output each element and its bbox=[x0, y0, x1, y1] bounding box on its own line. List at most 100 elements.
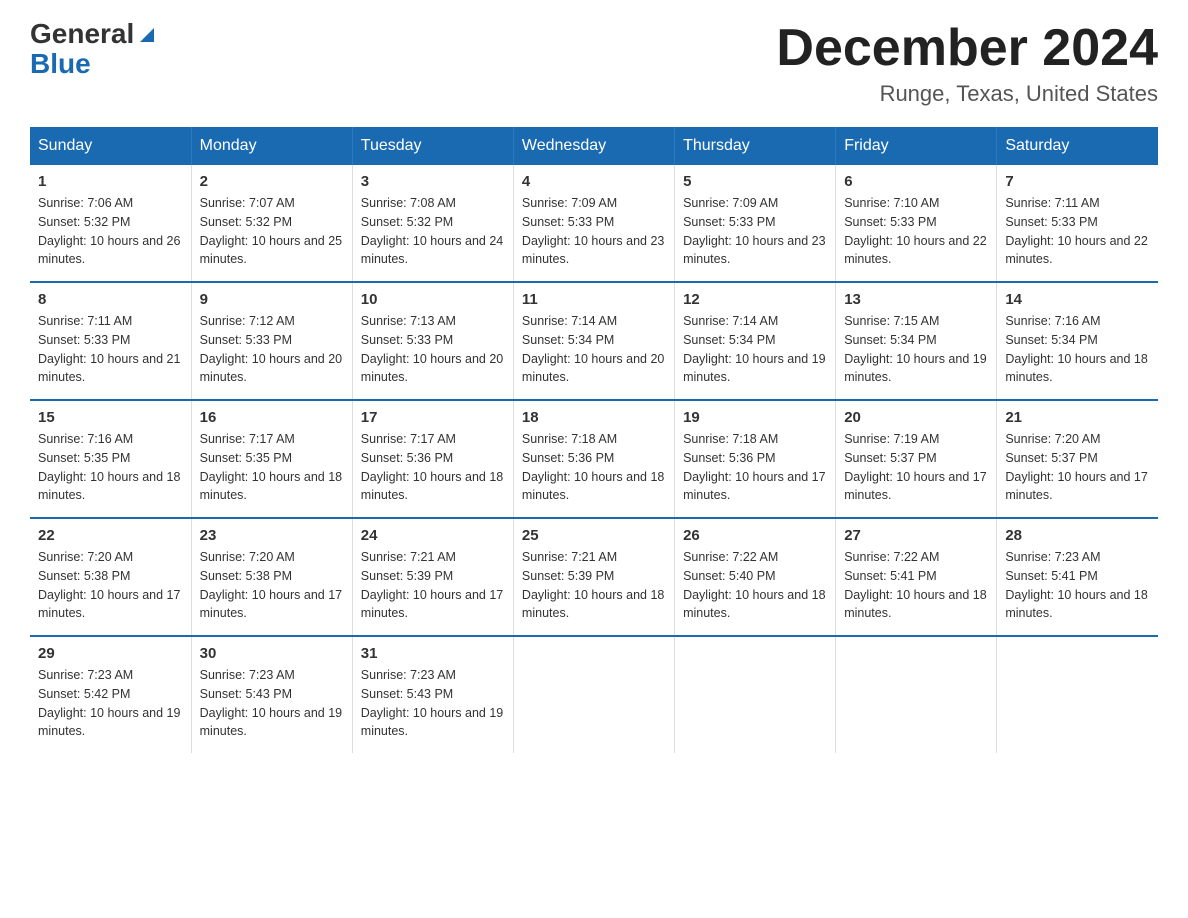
day-cell: 6 Sunrise: 7:10 AM Sunset: 5:33 PM Dayli… bbox=[836, 165, 997, 282]
day-cell: 31 Sunrise: 7:23 AM Sunset: 5:43 PM Dayl… bbox=[352, 636, 513, 753]
day-info: Sunrise: 7:13 AM Sunset: 5:33 PM Dayligh… bbox=[361, 312, 505, 387]
day-number: 14 bbox=[1005, 291, 1150, 308]
day-number: 27 bbox=[844, 527, 988, 544]
day-cell: 26 Sunrise: 7:22 AM Sunset: 5:40 PM Dayl… bbox=[675, 518, 836, 636]
day-cell: 5 Sunrise: 7:09 AM Sunset: 5:33 PM Dayli… bbox=[675, 165, 836, 282]
week-row-1: 1 Sunrise: 7:06 AM Sunset: 5:32 PM Dayli… bbox=[30, 165, 1158, 282]
week-row-3: 15 Sunrise: 7:16 AM Sunset: 5:35 PM Dayl… bbox=[30, 400, 1158, 518]
day-number: 3 bbox=[361, 173, 505, 190]
location: Runge, Texas, United States bbox=[776, 81, 1158, 107]
header-monday: Monday bbox=[191, 127, 352, 165]
calendar-table: Sunday Monday Tuesday Wednesday Thursday… bbox=[30, 127, 1158, 753]
day-info: Sunrise: 7:20 AM Sunset: 5:38 PM Dayligh… bbox=[200, 548, 344, 623]
day-number: 31 bbox=[361, 645, 505, 662]
day-cell: 9 Sunrise: 7:12 AM Sunset: 5:33 PM Dayli… bbox=[191, 282, 352, 400]
day-number: 22 bbox=[38, 527, 183, 544]
day-number: 24 bbox=[361, 527, 505, 544]
day-number: 25 bbox=[522, 527, 666, 544]
day-cell: 16 Sunrise: 7:17 AM Sunset: 5:35 PM Dayl… bbox=[191, 400, 352, 518]
day-cell: 8 Sunrise: 7:11 AM Sunset: 5:33 PM Dayli… bbox=[30, 282, 191, 400]
day-cell: 4 Sunrise: 7:09 AM Sunset: 5:33 PM Dayli… bbox=[513, 165, 674, 282]
day-number: 13 bbox=[844, 291, 988, 308]
day-cell: 23 Sunrise: 7:20 AM Sunset: 5:38 PM Dayl… bbox=[191, 518, 352, 636]
day-cell: 21 Sunrise: 7:20 AM Sunset: 5:37 PM Dayl… bbox=[997, 400, 1158, 518]
calendar-header: Sunday Monday Tuesday Wednesday Thursday… bbox=[30, 127, 1158, 165]
day-info: Sunrise: 7:07 AM Sunset: 5:32 PM Dayligh… bbox=[200, 194, 344, 269]
day-info: Sunrise: 7:17 AM Sunset: 5:36 PM Dayligh… bbox=[361, 430, 505, 505]
month-title: December 2024 bbox=[776, 20, 1158, 77]
day-number: 16 bbox=[200, 409, 344, 426]
day-info: Sunrise: 7:12 AM Sunset: 5:33 PM Dayligh… bbox=[200, 312, 344, 387]
day-number: 23 bbox=[200, 527, 344, 544]
day-cell: 30 Sunrise: 7:23 AM Sunset: 5:43 PM Dayl… bbox=[191, 636, 352, 753]
day-info: Sunrise: 7:22 AM Sunset: 5:40 PM Dayligh… bbox=[683, 548, 827, 623]
day-info: Sunrise: 7:11 AM Sunset: 5:33 PM Dayligh… bbox=[1005, 194, 1150, 269]
day-cell: 18 Sunrise: 7:18 AM Sunset: 5:36 PM Dayl… bbox=[513, 400, 674, 518]
day-cell: 19 Sunrise: 7:18 AM Sunset: 5:36 PM Dayl… bbox=[675, 400, 836, 518]
day-info: Sunrise: 7:18 AM Sunset: 5:36 PM Dayligh… bbox=[683, 430, 827, 505]
day-cell: 22 Sunrise: 7:20 AM Sunset: 5:38 PM Dayl… bbox=[30, 518, 191, 636]
day-cell bbox=[513, 636, 674, 753]
day-number: 29 bbox=[38, 645, 183, 662]
title-section: December 2024 Runge, Texas, United State… bbox=[776, 20, 1158, 107]
day-info: Sunrise: 7:20 AM Sunset: 5:37 PM Dayligh… bbox=[1005, 430, 1150, 505]
day-info: Sunrise: 7:17 AM Sunset: 5:35 PM Dayligh… bbox=[200, 430, 344, 505]
page-header: General Blue December 2024 Runge, Texas,… bbox=[30, 20, 1158, 107]
day-cell: 1 Sunrise: 7:06 AM Sunset: 5:32 PM Dayli… bbox=[30, 165, 191, 282]
day-number: 10 bbox=[361, 291, 505, 308]
day-cell bbox=[836, 636, 997, 753]
day-info: Sunrise: 7:20 AM Sunset: 5:38 PM Dayligh… bbox=[38, 548, 183, 623]
day-cell: 24 Sunrise: 7:21 AM Sunset: 5:39 PM Dayl… bbox=[352, 518, 513, 636]
day-cell: 25 Sunrise: 7:21 AM Sunset: 5:39 PM Dayl… bbox=[513, 518, 674, 636]
week-row-4: 22 Sunrise: 7:20 AM Sunset: 5:38 PM Dayl… bbox=[30, 518, 1158, 636]
day-cell: 14 Sunrise: 7:16 AM Sunset: 5:34 PM Dayl… bbox=[997, 282, 1158, 400]
day-info: Sunrise: 7:11 AM Sunset: 5:33 PM Dayligh… bbox=[38, 312, 183, 387]
logo-blue: Blue bbox=[30, 48, 91, 80]
day-cell: 29 Sunrise: 7:23 AM Sunset: 5:42 PM Dayl… bbox=[30, 636, 191, 753]
day-cell: 17 Sunrise: 7:17 AM Sunset: 5:36 PM Dayl… bbox=[352, 400, 513, 518]
day-info: Sunrise: 7:22 AM Sunset: 5:41 PM Dayligh… bbox=[844, 548, 988, 623]
day-info: Sunrise: 7:18 AM Sunset: 5:36 PM Dayligh… bbox=[522, 430, 666, 505]
day-number: 1 bbox=[38, 173, 183, 190]
calendar-body: 1 Sunrise: 7:06 AM Sunset: 5:32 PM Dayli… bbox=[30, 165, 1158, 753]
day-cell: 3 Sunrise: 7:08 AM Sunset: 5:32 PM Dayli… bbox=[352, 165, 513, 282]
day-number: 5 bbox=[683, 173, 827, 190]
day-info: Sunrise: 7:16 AM Sunset: 5:34 PM Dayligh… bbox=[1005, 312, 1150, 387]
day-number: 11 bbox=[522, 291, 666, 308]
week-row-2: 8 Sunrise: 7:11 AM Sunset: 5:33 PM Dayli… bbox=[30, 282, 1158, 400]
logo-triangle-icon bbox=[136, 24, 158, 46]
day-info: Sunrise: 7:16 AM Sunset: 5:35 PM Dayligh… bbox=[38, 430, 183, 505]
day-cell: 10 Sunrise: 7:13 AM Sunset: 5:33 PM Dayl… bbox=[352, 282, 513, 400]
header-thursday: Thursday bbox=[675, 127, 836, 165]
day-cell bbox=[675, 636, 836, 753]
logo: General Blue bbox=[30, 20, 158, 80]
day-info: Sunrise: 7:15 AM Sunset: 5:34 PM Dayligh… bbox=[844, 312, 988, 387]
day-number: 30 bbox=[200, 645, 344, 662]
day-info: Sunrise: 7:14 AM Sunset: 5:34 PM Dayligh… bbox=[683, 312, 827, 387]
day-info: Sunrise: 7:06 AM Sunset: 5:32 PM Dayligh… bbox=[38, 194, 183, 269]
day-number: 8 bbox=[38, 291, 183, 308]
day-number: 17 bbox=[361, 409, 505, 426]
day-number: 19 bbox=[683, 409, 827, 426]
logo-general: General bbox=[30, 20, 134, 48]
day-info: Sunrise: 7:19 AM Sunset: 5:37 PM Dayligh… bbox=[844, 430, 988, 505]
day-info: Sunrise: 7:23 AM Sunset: 5:43 PM Dayligh… bbox=[361, 666, 505, 741]
header-tuesday: Tuesday bbox=[352, 127, 513, 165]
header-row: Sunday Monday Tuesday Wednesday Thursday… bbox=[30, 127, 1158, 165]
header-wednesday: Wednesday bbox=[513, 127, 674, 165]
header-saturday: Saturday bbox=[997, 127, 1158, 165]
day-cell: 7 Sunrise: 7:11 AM Sunset: 5:33 PM Dayli… bbox=[997, 165, 1158, 282]
day-info: Sunrise: 7:21 AM Sunset: 5:39 PM Dayligh… bbox=[522, 548, 666, 623]
day-info: Sunrise: 7:08 AM Sunset: 5:32 PM Dayligh… bbox=[361, 194, 505, 269]
day-cell: 13 Sunrise: 7:15 AM Sunset: 5:34 PM Dayl… bbox=[836, 282, 997, 400]
day-info: Sunrise: 7:09 AM Sunset: 5:33 PM Dayligh… bbox=[683, 194, 827, 269]
day-number: 9 bbox=[200, 291, 344, 308]
day-info: Sunrise: 7:23 AM Sunset: 5:43 PM Dayligh… bbox=[200, 666, 344, 741]
day-info: Sunrise: 7:21 AM Sunset: 5:39 PM Dayligh… bbox=[361, 548, 505, 623]
day-number: 15 bbox=[38, 409, 183, 426]
day-info: Sunrise: 7:23 AM Sunset: 5:41 PM Dayligh… bbox=[1005, 548, 1150, 623]
day-number: 28 bbox=[1005, 527, 1150, 544]
day-number: 21 bbox=[1005, 409, 1150, 426]
day-cell: 27 Sunrise: 7:22 AM Sunset: 5:41 PM Dayl… bbox=[836, 518, 997, 636]
day-number: 6 bbox=[844, 173, 988, 190]
